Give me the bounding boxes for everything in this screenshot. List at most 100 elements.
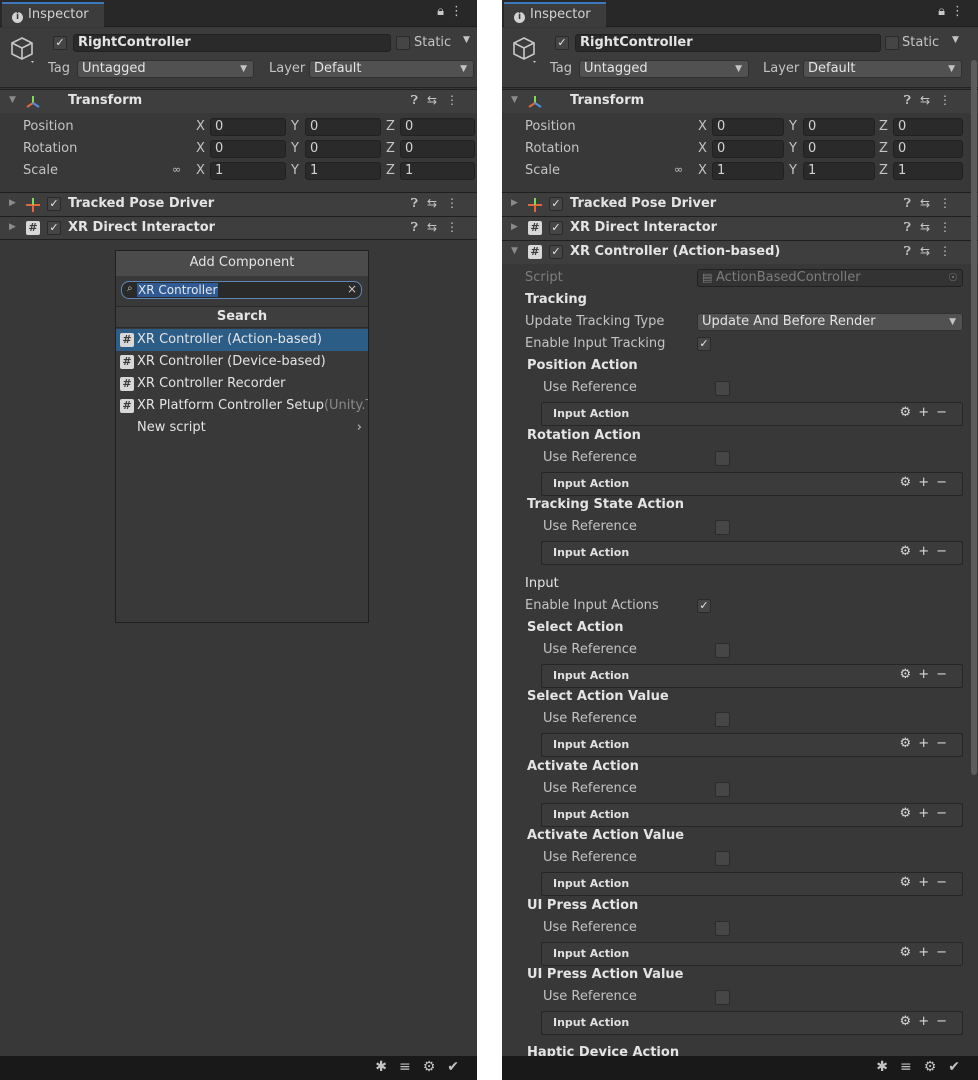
scale-x-field[interactable]: 1 [712,162,784,180]
presets-icon[interactable]: ⇆ [920,93,939,107]
static-dropdown-arrow[interactable]: ▼ [952,35,959,45]
transform-header[interactable]: ▼ Transform ❓︎⇆⋮ [0,89,477,113]
input-action-field[interactable]: Input Action ⚙+− [541,733,963,757]
use-reference-checkbox[interactable] [715,990,730,1005]
gear-icon[interactable]: ⚙ [900,405,919,420]
tab-menu[interactable]: 🔒︎⋮ [437,4,469,19]
gear-icon[interactable]: ⚙ [900,544,919,559]
input-action-field[interactable]: Input Action ⚙+− [541,803,963,827]
tab-inspector[interactable]: i Inspector [2,2,104,27]
presets-icon[interactable]: ⇆ [427,93,446,107]
rotation-x-field[interactable]: 0 [712,140,784,158]
input-action-field[interactable]: Input Action ⚙+− [541,664,963,688]
foldout-collapsed-icon[interactable]: ▶ [511,222,518,232]
object-picker-icon[interactable]: ☉ [948,270,958,286]
search-result-item[interactable]: # XR Controller Recorder [116,373,368,395]
axis-z-label[interactable]: Z [386,141,395,156]
help-icon[interactable]: ❓︎ [904,220,920,234]
add-binding-icon[interactable]: + [918,405,936,420]
presets-icon[interactable]: ⇆ [427,220,446,234]
scale-x-field[interactable]: 1 [210,162,286,180]
check-circle-icon[interactable]: ✔ [447,1059,471,1075]
gear-icon[interactable]: ⚙ [900,945,919,960]
remove-binding-icon[interactable]: − [936,945,954,960]
component-search-input[interactable]: ⌕ XR Controller × [121,281,362,299]
layer-dropdown[interactable]: Default ▼ [309,60,474,78]
use-reference-checkbox[interactable] [715,381,730,396]
component-enabled-checkbox[interactable]: ✓ [549,245,563,259]
position-x-field[interactable]: 0 [712,118,784,136]
position-y-field[interactable]: 0 [803,118,875,136]
rotation-y-field[interactable]: 0 [305,140,381,158]
xr-direct-interactor-header[interactable]: ▶ # ✓ XR Direct Interactor ❓︎⇆⋮ [502,216,978,240]
remove-binding-icon[interactable]: − [936,475,954,490]
lock-icon[interactable]: 🔒︎ [938,4,951,19]
rotation-z-field[interactable]: 0 [400,140,475,158]
axis-z-label[interactable]: Z [879,119,888,134]
kebab-menu-icon[interactable]: ⋮ [939,244,960,258]
axis-x-label[interactable]: X [698,141,707,156]
presets-icon[interactable]: ⇆ [920,196,939,210]
kebab-menu-icon[interactable]: ⋮ [951,4,970,19]
use-reference-checkbox[interactable] [715,520,730,535]
help-icon[interactable]: ❓︎ [411,220,427,234]
check-circle-icon[interactable]: ✔ [948,1059,972,1075]
scale-y-field[interactable]: 1 [305,162,381,180]
new-script-item[interactable]: New script › [116,417,368,439]
gear-icon[interactable]: ⚙ [900,875,919,890]
object-name-field[interactable]: RightController [73,34,391,52]
foldout-collapsed-icon[interactable]: ▶ [511,198,518,208]
use-reference-checkbox[interactable] [715,712,730,727]
bug-icon[interactable]: ✱ [375,1059,399,1075]
enable-input-actions-checkbox[interactable]: ✓ [697,599,711,613]
input-action-field[interactable]: Input Action ⚙+− [541,942,963,966]
use-reference-checkbox[interactable] [715,921,730,936]
remove-binding-icon[interactable]: − [936,806,954,821]
add-component-button[interactable]: Add Component [116,251,368,276]
axis-y-label[interactable]: Y [291,119,299,134]
constrain-proportions-link-icon[interactable]: ∞ [674,163,683,176]
rotation-y-field[interactable]: 0 [803,140,875,158]
search-result-item[interactable]: #XR Platform Controller Setup(Unity.Te [116,395,368,417]
active-checkbox[interactable]: ✓ [53,36,67,50]
add-binding-icon[interactable]: + [918,945,936,960]
gear-icon[interactable]: ⚙ [900,475,919,490]
axis-x-label[interactable]: X [196,141,205,156]
use-reference-checkbox[interactable] [715,851,730,866]
presets-icon[interactable]: ⇆ [427,196,446,210]
input-action-field[interactable]: Input Action ⚙+− [541,872,963,896]
help-icon[interactable]: ❓︎ [411,196,427,210]
gear-icon[interactable]: ⚙ [900,667,919,682]
gear-icon[interactable]: ⚙ [900,1014,919,1029]
axis-z-label[interactable]: Z [879,141,888,156]
scale-z-field[interactable]: 1 [893,162,963,180]
rotation-z-field[interactable]: 0 [893,140,963,158]
remove-binding-icon[interactable]: − [936,875,954,890]
use-reference-checkbox[interactable] [715,451,730,466]
use-reference-checkbox[interactable] [715,782,730,797]
add-binding-icon[interactable]: + [918,544,936,559]
component-enabled-checkbox[interactable]: ✓ [549,197,563,211]
axis-z-label[interactable]: Z [386,119,395,134]
axis-y-label[interactable]: Y [789,119,797,134]
position-x-field[interactable]: 0 [210,118,286,136]
search-result-item[interactable]: # XR Controller (Device-based) [116,351,368,373]
rotation-x-field[interactable]: 0 [210,140,286,158]
remove-binding-icon[interactable]: − [936,405,954,420]
component-enabled-checkbox[interactable]: ✓ [47,197,61,211]
remove-binding-icon[interactable]: − [936,667,954,682]
axis-x-label[interactable]: X [196,119,205,134]
remove-binding-icon[interactable]: − [936,1014,954,1029]
axis-y-label[interactable]: Y [291,141,299,156]
scale-y-field[interactable]: 1 [803,162,875,180]
kebab-menu-icon[interactable]: ⋮ [446,220,467,234]
add-binding-icon[interactable]: + [918,736,936,751]
tab-menu[interactable]: 🔒︎⋮ [938,4,970,19]
position-z-field[interactable]: 0 [400,118,475,136]
gear-icon[interactable]: ⚙ [900,806,919,821]
layers-icon[interactable]: ≡ [399,1059,423,1075]
scrollbar-thumb[interactable] [971,60,977,775]
script-field[interactable]: ▤ ActionBasedController ☉ [697,269,963,287]
tag-dropdown[interactable]: Untagged ▼ [579,60,749,78]
position-y-field[interactable]: 0 [305,118,381,136]
